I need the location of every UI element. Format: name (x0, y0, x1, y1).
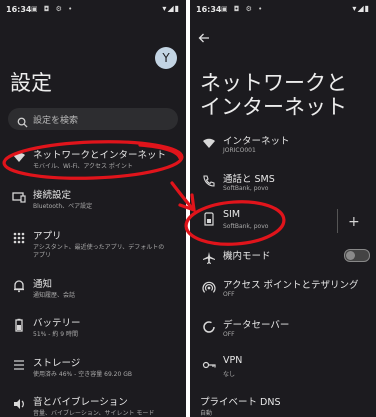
menu-item-subtitle: 自動 (200, 410, 213, 417)
data-saver-icon (202, 320, 216, 334)
status-bar: 16:34 ▣ ◘ ⚙ • ▾◢▮ (6, 3, 180, 17)
menu-item-title: VPN (223, 355, 243, 366)
menu-item-title: 機内モード (223, 251, 271, 262)
status-time: 16:34 (6, 5, 32, 14)
menu-item-subtitle: モバイル、Wi-Fi、アクセス ポイント (33, 163, 133, 170)
menu-item-subtitle: 使用済み 46% - 空き容量 69.20 GB (33, 371, 132, 378)
apps-icon (12, 231, 26, 245)
sound-icon (12, 397, 26, 411)
menu-item-subtitle: SoftBank, povo (223, 223, 269, 230)
menu-item-subtitle: 51% - 約 9 時間 (33, 331, 78, 338)
menu-item-subtitle: 通知履歴、会話 (33, 292, 76, 299)
menu-item-subtitle: 音量、バイブレーション、サイレント モード (33, 410, 155, 417)
menu-item-title: アクセス ポイントとテザリング (223, 280, 359, 291)
divider (337, 209, 338, 233)
call-sms-icon (202, 174, 216, 188)
notification-icons: ▣ ◘ ⚙ • (31, 5, 75, 13)
menu-item-title: ネットワークとインターネット (33, 150, 167, 161)
menu-item-title: 通知 (33, 279, 53, 290)
network-screen: 16:34 ▣ ◘ ⚙ • ▾◢▮ ネットワークと インターネット インターネッ… (190, 0, 376, 417)
menu-item-title: 音とバイブレーション (33, 397, 128, 408)
toggle-knob (346, 251, 355, 260)
menu-item-subtitle: Bluetooth、ペア設定 (33, 203, 93, 210)
devices-icon (12, 190, 26, 204)
menu-item-title: 通話と SMS (223, 174, 275, 185)
menu-item-title: バッテリー (33, 318, 81, 329)
hotspot-icon (202, 280, 216, 294)
notification-icons: ▣ ◘ ⚙ • (221, 5, 265, 13)
menu-item-title: 接続設定 (33, 190, 72, 201)
back-arrow-icon[interactable] (198, 29, 210, 48)
menu-item-subtitle: なし (223, 371, 236, 378)
menu-item-title: ストレージ (33, 358, 81, 369)
menu-item-title: プライベート DNS (200, 397, 281, 408)
menu-item-title: SIM (223, 209, 241, 220)
page-title-line1: ネットワークと (200, 71, 347, 95)
avatar[interactable]: Y (155, 47, 177, 69)
menu-item-subtitle: SoftBank, povo (223, 185, 269, 192)
airplane-icon (202, 251, 216, 265)
system-icons: ▾◢▮ (162, 4, 180, 13)
wifi-icon (202, 136, 216, 150)
menu-item-subtitle: OFF (223, 331, 235, 338)
search-icon (17, 113, 28, 132)
battery-icon (12, 318, 26, 332)
airplane-mode-toggle[interactable] (344, 249, 370, 262)
page-title: 設定 (10, 71, 52, 95)
status-time: 16:34 (196, 5, 222, 14)
menu-item-title: インターネット (223, 136, 290, 147)
menu-item-subtitle: OFF (223, 291, 235, 298)
storage-icon (12, 358, 26, 372)
menu-item-subtitle-cont: アプリ (33, 252, 52, 259)
wifi-icon (12, 150, 26, 164)
menu-item-title: データセーバー (223, 320, 290, 331)
menu-item-subtitle: JORICO001 (223, 147, 256, 154)
status-bar: 16:34 ▣ ◘ ⚙ • ▾◢▮ (196, 3, 370, 17)
menu-item-title: アプリ (33, 231, 62, 242)
sim-icon (202, 212, 216, 226)
system-icons: ▾◢▮ (352, 4, 370, 13)
search-input[interactable]: 設定を検索 (8, 108, 178, 130)
page-title-line2: インターネット (200, 95, 347, 119)
search-placeholder: 設定を検索 (33, 116, 79, 126)
menu-item-subtitle: アシスタント、最近使ったアプリ、デフォルトの (33, 244, 165, 251)
add-sim-button[interactable]: + (348, 214, 360, 230)
settings-screen: 16:34 ▣ ◘ ⚙ • ▾◢▮ Y 設定 設定を検索 ネットワークとインター… (0, 0, 186, 417)
bell-icon (12, 279, 26, 293)
vpn-icon (202, 358, 216, 372)
